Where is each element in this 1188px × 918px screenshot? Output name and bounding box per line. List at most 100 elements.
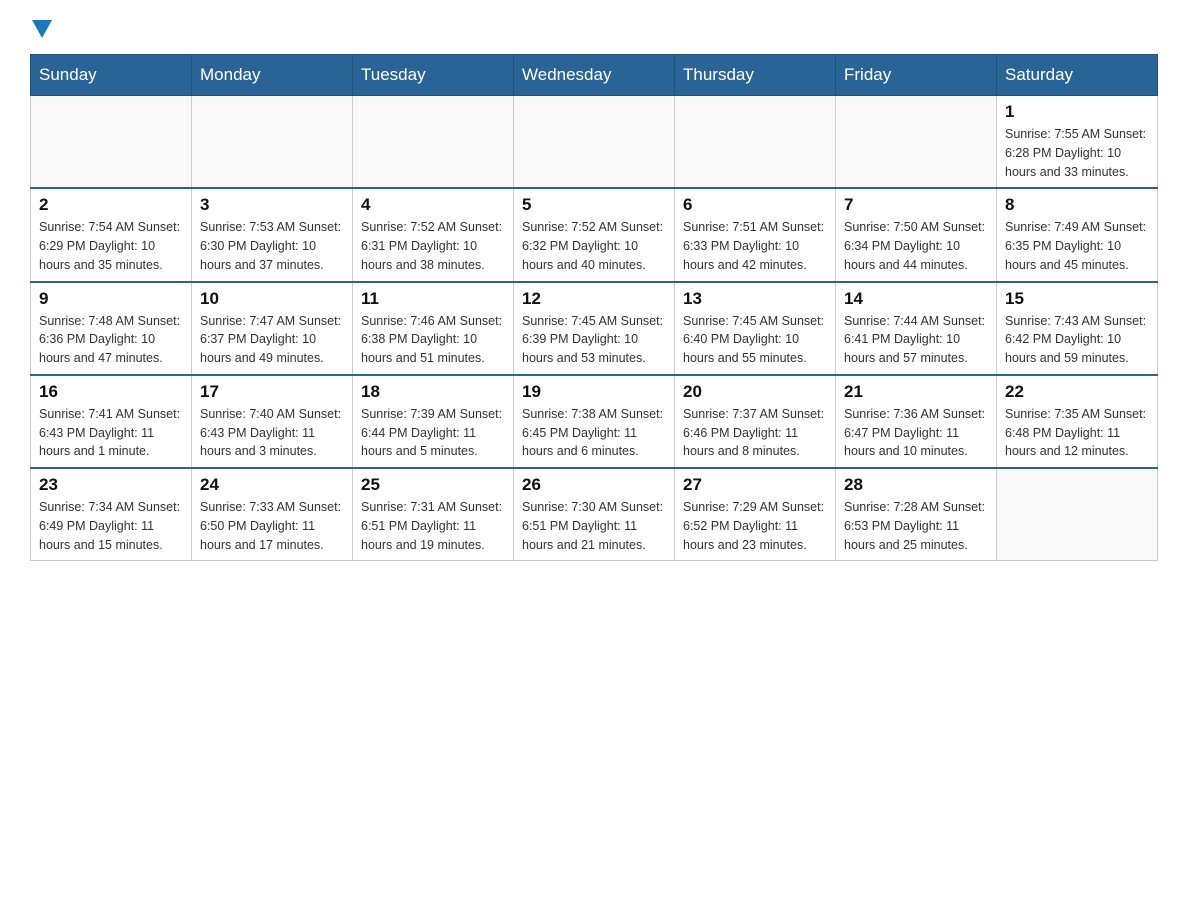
day-info: Sunrise: 7:45 AM Sunset: 6:40 PM Dayligh… bbox=[683, 312, 827, 368]
calendar-cell: 9 Sunrise: 7:48 AM Sunset: 6:36 PM Daylig… bbox=[31, 282, 192, 375]
calendar-cell bbox=[997, 468, 1158, 561]
day-number: 3 bbox=[200, 195, 344, 215]
calendar-cell: 4 Sunrise: 7:52 AM Sunset: 6:31 PM Daylig… bbox=[353, 188, 514, 281]
day-info: Sunrise: 7:30 AM Sunset: 6:51 PM Dayligh… bbox=[522, 498, 666, 554]
day-info: Sunrise: 7:36 AM Sunset: 6:47 PM Dayligh… bbox=[844, 405, 988, 461]
day-info: Sunrise: 7:55 AM Sunset: 6:28 PM Dayligh… bbox=[1005, 125, 1149, 181]
calendar-cell: 8 Sunrise: 7:49 AM Sunset: 6:35 PM Daylig… bbox=[997, 188, 1158, 281]
day-info: Sunrise: 7:47 AM Sunset: 6:37 PM Dayligh… bbox=[200, 312, 344, 368]
logo-triangle-icon bbox=[32, 20, 52, 38]
calendar-week-5: 23Sunrise: 7:34 AM Sunset: 6:49 PM Dayli… bbox=[31, 468, 1158, 561]
day-info: Sunrise: 7:34 AM Sunset: 6:49 PM Dayligh… bbox=[39, 498, 183, 554]
day-info: Sunrise: 7:33 AM Sunset: 6:50 PM Dayligh… bbox=[200, 498, 344, 554]
day-info: Sunrise: 7:43 AM Sunset: 6:42 PM Dayligh… bbox=[1005, 312, 1149, 368]
day-info: Sunrise: 7:38 AM Sunset: 6:45 PM Dayligh… bbox=[522, 405, 666, 461]
day-info: Sunrise: 7:51 AM Sunset: 6:33 PM Dayligh… bbox=[683, 218, 827, 274]
day-number: 22 bbox=[1005, 382, 1149, 402]
calendar-cell: 18 Sunrise: 7:39 AM Sunset: 6:44 PM Dayli… bbox=[353, 375, 514, 468]
day-number: 24 bbox=[200, 475, 344, 495]
calendar-cell: 15 Sunrise: 7:43 AM Sunset: 6:42 PM Dayli… bbox=[997, 282, 1158, 375]
day-info: Sunrise: 7:40 AM Sunset: 6:43 PM Dayligh… bbox=[200, 405, 344, 461]
calendar-cell bbox=[836, 96, 997, 189]
day-info: Sunrise: 7:49 AM Sunset: 6:35 PM Dayligh… bbox=[1005, 218, 1149, 274]
calendar-week-2: 2 Sunrise: 7:54 AM Sunset: 6:29 PM Daylig… bbox=[31, 188, 1158, 281]
day-info: Sunrise: 7:52 AM Sunset: 6:31 PM Dayligh… bbox=[361, 218, 505, 274]
calendar-cell: 2 Sunrise: 7:54 AM Sunset: 6:29 PM Daylig… bbox=[31, 188, 192, 281]
calendar-cell: 12Sunrise: 7:45 AM Sunset: 6:39 PM Dayli… bbox=[514, 282, 675, 375]
day-number: 21 bbox=[844, 382, 988, 402]
day-number: 15 bbox=[1005, 289, 1149, 309]
calendar-cell: 24 Sunrise: 7:33 AM Sunset: 6:50 PM Dayli… bbox=[192, 468, 353, 561]
calendar-cell bbox=[192, 96, 353, 189]
calendar-cell: 6Sunrise: 7:51 AM Sunset: 6:33 PM Daylig… bbox=[675, 188, 836, 281]
day-number: 9 bbox=[39, 289, 183, 309]
calendar-cell: 5 Sunrise: 7:52 AM Sunset: 6:32 PM Daylig… bbox=[514, 188, 675, 281]
calendar-cell: 25Sunrise: 7:31 AM Sunset: 6:51 PM Dayli… bbox=[353, 468, 514, 561]
day-number: 13 bbox=[683, 289, 827, 309]
calendar-week-4: 16 Sunrise: 7:41 AM Sunset: 6:43 PM Dayli… bbox=[31, 375, 1158, 468]
calendar-cell: 3 Sunrise: 7:53 AM Sunset: 6:30 PM Daylig… bbox=[192, 188, 353, 281]
day-info: Sunrise: 7:35 AM Sunset: 6:48 PM Dayligh… bbox=[1005, 405, 1149, 461]
day-info: Sunrise: 7:41 AM Sunset: 6:43 PM Dayligh… bbox=[39, 405, 183, 461]
calendar-cell: 11 Sunrise: 7:46 AM Sunset: 6:38 PM Dayli… bbox=[353, 282, 514, 375]
day-number: 5 bbox=[522, 195, 666, 215]
day-info: Sunrise: 7:52 AM Sunset: 6:32 PM Dayligh… bbox=[522, 218, 666, 274]
day-info: Sunrise: 7:50 AM Sunset: 6:34 PM Dayligh… bbox=[844, 218, 988, 274]
day-info: Sunrise: 7:31 AM Sunset: 6:51 PM Dayligh… bbox=[361, 498, 505, 554]
day-info: Sunrise: 7:54 AM Sunset: 6:29 PM Dayligh… bbox=[39, 218, 183, 274]
day-info: Sunrise: 7:53 AM Sunset: 6:30 PM Dayligh… bbox=[200, 218, 344, 274]
day-info: Sunrise: 7:48 AM Sunset: 6:36 PM Dayligh… bbox=[39, 312, 183, 368]
weekday-header-monday: Monday bbox=[192, 55, 353, 96]
day-info: Sunrise: 7:29 AM Sunset: 6:52 PM Dayligh… bbox=[683, 498, 827, 554]
day-number: 8 bbox=[1005, 195, 1149, 215]
weekday-header-saturday: Saturday bbox=[997, 55, 1158, 96]
calendar-cell: 14 Sunrise: 7:44 AM Sunset: 6:41 PM Dayli… bbox=[836, 282, 997, 375]
day-number: 2 bbox=[39, 195, 183, 215]
day-number: 10 bbox=[200, 289, 344, 309]
day-number: 18 bbox=[361, 382, 505, 402]
day-number: 26 bbox=[522, 475, 666, 495]
calendar-cell: 26 Sunrise: 7:30 AM Sunset: 6:51 PM Dayli… bbox=[514, 468, 675, 561]
calendar-cell: 19 Sunrise: 7:38 AM Sunset: 6:45 PM Dayli… bbox=[514, 375, 675, 468]
weekday-header-tuesday: Tuesday bbox=[353, 55, 514, 96]
day-number: 7 bbox=[844, 195, 988, 215]
day-number: 4 bbox=[361, 195, 505, 215]
calendar-cell: 7 Sunrise: 7:50 AM Sunset: 6:34 PM Daylig… bbox=[836, 188, 997, 281]
calendar-cell bbox=[514, 96, 675, 189]
calendar-cell: 23Sunrise: 7:34 AM Sunset: 6:49 PM Dayli… bbox=[31, 468, 192, 561]
calendar-cell bbox=[31, 96, 192, 189]
calendar-cell: 17 Sunrise: 7:40 AM Sunset: 6:43 PM Dayli… bbox=[192, 375, 353, 468]
calendar-week-3: 9 Sunrise: 7:48 AM Sunset: 6:36 PM Daylig… bbox=[31, 282, 1158, 375]
weekday-header-friday: Friday bbox=[836, 55, 997, 96]
calendar-cell bbox=[675, 96, 836, 189]
calendar-cell: 16 Sunrise: 7:41 AM Sunset: 6:43 PM Dayli… bbox=[31, 375, 192, 468]
calendar: SundayMondayTuesdayWednesdayThursdayFrid… bbox=[30, 54, 1158, 561]
calendar-cell: 10 Sunrise: 7:47 AM Sunset: 6:37 PM Dayli… bbox=[192, 282, 353, 375]
day-number: 16 bbox=[39, 382, 183, 402]
logo bbox=[30, 20, 54, 38]
header bbox=[30, 20, 1158, 38]
day-info: Sunrise: 7:28 AM Sunset: 6:53 PM Dayligh… bbox=[844, 498, 988, 554]
day-info: Sunrise: 7:46 AM Sunset: 6:38 PM Dayligh… bbox=[361, 312, 505, 368]
day-number: 14 bbox=[844, 289, 988, 309]
day-number: 11 bbox=[361, 289, 505, 309]
calendar-cell: 27 Sunrise: 7:29 AM Sunset: 6:52 PM Dayli… bbox=[675, 468, 836, 561]
calendar-cell: 22 Sunrise: 7:35 AM Sunset: 6:48 PM Dayli… bbox=[997, 375, 1158, 468]
day-info: Sunrise: 7:45 AM Sunset: 6:39 PM Dayligh… bbox=[522, 312, 666, 368]
calendar-week-1: 1 Sunrise: 7:55 AM Sunset: 6:28 PM Daylig… bbox=[31, 96, 1158, 189]
calendar-cell bbox=[353, 96, 514, 189]
day-number: 27 bbox=[683, 475, 827, 495]
weekday-header-row: SundayMondayTuesdayWednesdayThursdayFrid… bbox=[31, 55, 1158, 96]
calendar-cell: 21 Sunrise: 7:36 AM Sunset: 6:47 PM Dayli… bbox=[836, 375, 997, 468]
day-info: Sunrise: 7:44 AM Sunset: 6:41 PM Dayligh… bbox=[844, 312, 988, 368]
weekday-header-thursday: Thursday bbox=[675, 55, 836, 96]
weekday-header-sunday: Sunday bbox=[31, 55, 192, 96]
day-number: 1 bbox=[1005, 102, 1149, 122]
day-number: 19 bbox=[522, 382, 666, 402]
calendar-cell: 28Sunrise: 7:28 AM Sunset: 6:53 PM Dayli… bbox=[836, 468, 997, 561]
day-info: Sunrise: 7:37 AM Sunset: 6:46 PM Dayligh… bbox=[683, 405, 827, 461]
day-number: 17 bbox=[200, 382, 344, 402]
calendar-cell: 13 Sunrise: 7:45 AM Sunset: 6:40 PM Dayli… bbox=[675, 282, 836, 375]
day-info: Sunrise: 7:39 AM Sunset: 6:44 PM Dayligh… bbox=[361, 405, 505, 461]
weekday-header-wednesday: Wednesday bbox=[514, 55, 675, 96]
